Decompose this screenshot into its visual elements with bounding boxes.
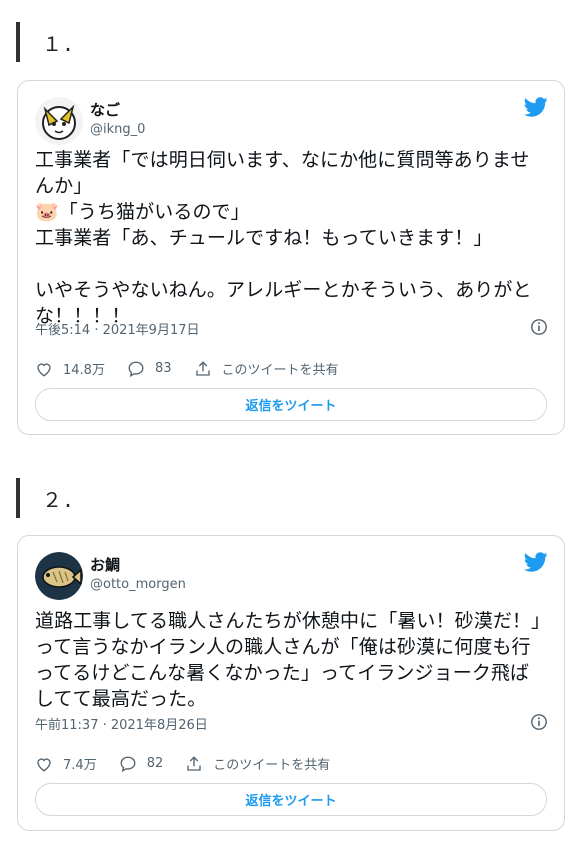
section-number: １. bbox=[42, 31, 75, 56]
user-handle[interactable]: @otto_morgen bbox=[90, 577, 186, 592]
info-icon[interactable] bbox=[530, 318, 548, 336]
speech-bubble-icon bbox=[128, 361, 144, 377]
share-button[interactable]: このツイートを共有 bbox=[194, 359, 339, 378]
display-name[interactable]: なご bbox=[90, 99, 120, 120]
tweet-timestamp[interactable]: 午後5:14 · 2021年9月17日 bbox=[35, 319, 200, 338]
twitter-bird-icon[interactable] bbox=[524, 550, 548, 574]
like-count: 14.8万 bbox=[63, 363, 105, 378]
tweet-card-2: お鯛 @otto_morgen 道路工事してる職人さんたちが休憩中に「暑い！砂漠… bbox=[17, 535, 565, 831]
share-icon bbox=[195, 360, 210, 376]
tweet-timestamp[interactable]: 午前11:37 · 2021年8月26日 bbox=[35, 714, 208, 733]
reply-count: 83 bbox=[154, 361, 172, 376]
reply-button[interactable]: 82 bbox=[119, 755, 164, 773]
tweet-text: 道路工事してる職人さんたちが休憩中に「暑い！砂漠だ！」って言うなかイラン人の職人… bbox=[35, 610, 541, 710]
avatar[interactable] bbox=[35, 552, 83, 600]
section-2-header: ２. bbox=[16, 478, 74, 518]
user-handle[interactable]: @ikng_0 bbox=[90, 122, 145, 137]
like-button[interactable]: 7.4万 bbox=[35, 754, 97, 773]
reply-tweet-button[interactable]: 返信をツイート bbox=[35, 783, 547, 816]
section-1-header: １. bbox=[16, 22, 74, 62]
like-button[interactable]: 14.8万 bbox=[35, 359, 105, 378]
reply-button[interactable]: 83 bbox=[127, 360, 172, 378]
section-marker bbox=[16, 478, 20, 518]
tweet-actions: 14.8万 83 このツイートを共有 bbox=[35, 359, 361, 378]
section-number: ２. bbox=[42, 487, 75, 512]
share-button[interactable]: このツイートを共有 bbox=[185, 754, 330, 773]
section-marker bbox=[16, 22, 20, 62]
tweet-actions: 7.4万 82 このツイートを共有 bbox=[35, 754, 352, 773]
heart-icon bbox=[37, 362, 51, 377]
reply-tweet-button[interactable]: 返信をツイート bbox=[35, 388, 547, 421]
speech-bubble-icon bbox=[120, 756, 136, 772]
share-icon bbox=[187, 755, 201, 771]
reply-count: 82 bbox=[146, 756, 164, 771]
avatar[interactable] bbox=[35, 97, 83, 145]
display-name[interactable]: お鯛 bbox=[90, 554, 120, 575]
twitter-bird-icon[interactable] bbox=[524, 95, 548, 119]
share-label: このツイートを共有 bbox=[221, 363, 339, 378]
tweet-text: 工事業者「では明日伺います、なにか他に質問等ありませんか」 🐷「うち猫がいるので… bbox=[35, 149, 532, 327]
like-count: 7.4万 bbox=[63, 758, 97, 773]
share-label: このツイートを共有 bbox=[213, 758, 331, 773]
tweet-card-1: なご @ikng_0 工事業者「では明日伺います、なにか他に質問等ありませんか」… bbox=[17, 80, 565, 435]
info-icon[interactable] bbox=[530, 713, 548, 731]
heart-icon bbox=[37, 757, 51, 772]
